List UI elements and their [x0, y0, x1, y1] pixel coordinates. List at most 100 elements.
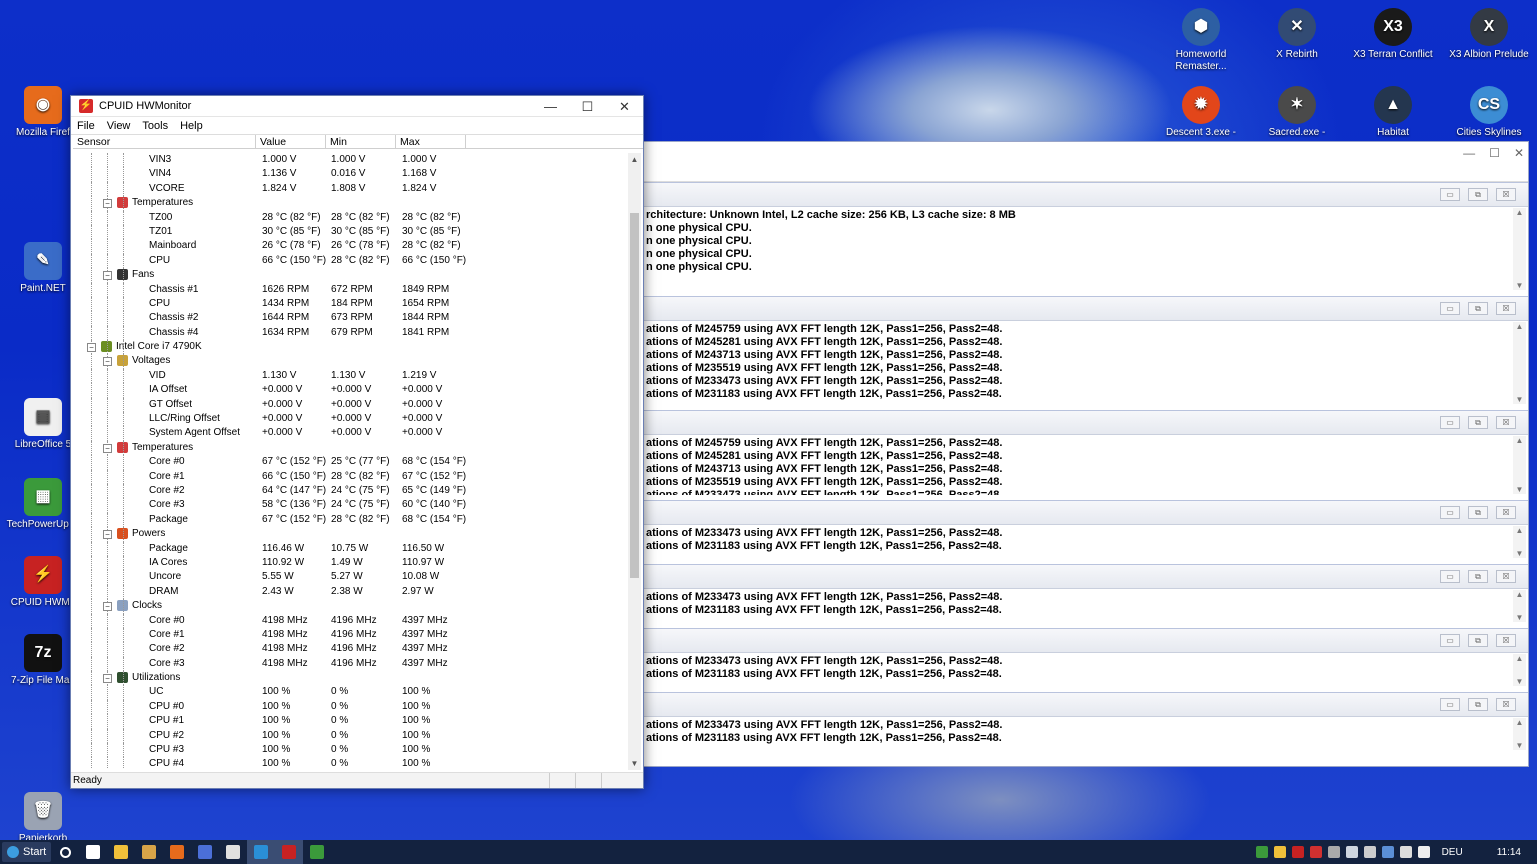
close-icon[interactable]: ☒ [1496, 506, 1516, 519]
sensor-row[interactable]: CPU #4 100 % 0 % 100 % [73, 757, 629, 768]
collapse-toggle-icon[interactable]: − [103, 674, 112, 684]
collapse-toggle-icon[interactable]: − [103, 199, 112, 209]
minimize-icon[interactable]: ▭ [1440, 188, 1460, 201]
worker-pane[interactable]: ▭ ⧉ ☒ ations of M233473 using AVX FFT lengt… [644, 500, 1528, 560]
sensor-row[interactable]: CPU #2 100 % 0 % 100 % [73, 728, 629, 744]
sensor-row[interactable]: Chassis #4 1634 RPM 679 RPM 1841 RPM [73, 325, 629, 341]
minimize-icon[interactable]: — [1463, 146, 1475, 160]
taskbar-app-button[interactable] [275, 840, 304, 864]
restore-icon[interactable]: ⧉ [1468, 506, 1488, 519]
tray-app-icon[interactable] [1273, 846, 1286, 858]
collapse-toggle-icon[interactable]: − [103, 357, 112, 367]
scroll-up-icon[interactable]: ▲ [1513, 718, 1526, 727]
menu-view[interactable]: View [107, 120, 131, 132]
sensor-row[interactable]: VIN4 1.136 V 0.016 V 1.168 V [73, 167, 629, 182]
worker-pane[interactable]: ▭ ⧉ ☒ ations of M233473 using AVX FFT lengt… [644, 692, 1528, 752]
scroll-down-icon[interactable]: ▼ [628, 757, 641, 770]
worker-pane[interactable]: ▭ ⧉ ☒ ations of M233473 using AVX FFT lengt… [644, 628, 1528, 688]
scroll-up-icon[interactable]: ▲ [1513, 322, 1526, 331]
worker-pane-titlebar[interactable]: ▭ ⧉ ☒ [644, 629, 1528, 653]
pane-scrollbar[interactable]: ▲ ▼ [1513, 322, 1526, 404]
scroll-up-icon[interactable]: ▲ [628, 153, 641, 166]
sensor-row[interactable]: CPU #3 100 % 0 % 100 % [73, 743, 629, 758]
menu-file[interactable]: File [77, 120, 95, 132]
close-icon[interactable]: ✕ [1514, 146, 1524, 160]
tray-network-icon[interactable] [1381, 846, 1394, 858]
sensor-row[interactable]: − Temperatures [73, 196, 629, 211]
restore-icon[interactable]: ⧉ [1468, 302, 1488, 315]
desktop-icon[interactable]: CS Cities Skylines [1446, 86, 1532, 139]
minimize-icon[interactable]: ▭ [1440, 570, 1460, 583]
sensor-row[interactable]: Package 116.46 W 10.75 W 116.50 W [73, 541, 629, 556]
scroll-down-icon[interactable]: ▼ [1513, 613, 1526, 622]
pane-scrollbar[interactable]: ▲ ▼ [1513, 590, 1526, 622]
sensor-row[interactable]: Core #3 4198 MHz 4196 MHz 4397 MHz [73, 656, 629, 672]
sensor-row[interactable]: UC 100 % 0 % 100 % [73, 685, 629, 700]
start-button[interactable]: Start [2, 842, 52, 862]
sensor-row[interactable]: Core #1 4198 MHz 4196 MHz 4397 MHz [73, 627, 629, 643]
restore-icon[interactable]: ⧉ [1468, 634, 1488, 647]
sensor-row[interactable]: GT Offset +0.000 V +0.000 V +0.000 V [73, 397, 629, 413]
taskbar-app-button[interactable] [191, 840, 219, 864]
collapse-toggle-icon[interactable]: − [103, 530, 112, 540]
sensor-row[interactable]: − Clocks [73, 599, 629, 614]
column-sensor[interactable]: Sensor [73, 135, 256, 148]
sensor-row[interactable]: LLC/Ring Offset +0.000 V +0.000 V +0.000 V [73, 412, 629, 427]
taskbar-app-button[interactable] [247, 840, 276, 864]
column-max[interactable]: Max [396, 135, 466, 148]
maximize-button[interactable]: ☐ [569, 96, 606, 117]
sensor-row[interactable]: IA Cores 110.92 W 1.49 W 110.97 W [73, 555, 629, 571]
worker-pane[interactable]: ▭ ⧉ ☒ rchitecture: Unknown Intel, L2 cache … [644, 182, 1528, 292]
maximize-icon[interactable]: ☐ [1489, 146, 1500, 160]
sensor-row[interactable]: VIN3 1.000 V 1.000 V 1.000 V [73, 153, 629, 168]
prime95-window[interactable]: — ☐ ✕ ▭ ⧉ ☒ rchitecture: Unknown Intel, L2 … [643, 141, 1529, 767]
scroll-down-icon[interactable]: ▼ [1513, 281, 1526, 290]
prime95-titlebar[interactable]: — ☐ ✕ [644, 142, 1528, 182]
desktop-icon[interactable]: ▲ Habitat [1350, 86, 1436, 139]
search-icon[interactable] [51, 840, 79, 864]
desktop-icon[interactable]: ✕ X Rebirth [1254, 8, 1340, 61]
tray-bluetooth-icon[interactable] [1363, 846, 1376, 858]
scroll-thumb[interactable] [630, 213, 639, 578]
taskbar-app-button[interactable] [219, 840, 247, 864]
volume-icon[interactable] [1399, 846, 1412, 858]
pane-scrollbar[interactable]: ▲ ▼ [1513, 526, 1526, 558]
sensor-row[interactable]: Core #3 58 °C (136 °F) 24 °C (75 °F) 60 °C … [73, 498, 629, 513]
sensor-row[interactable]: TZ00 28 °C (82 °F) 28 °C (82 °F) 28 °C (82 … [73, 210, 629, 225]
minimize-icon[interactable]: ▭ [1440, 506, 1460, 519]
desktop-icon[interactable]: X3 X3 Terran Conflict [1350, 8, 1436, 61]
hwmonitor-window[interactable]: ⚡ CPUID HWMonitor — ☐ ✕ File View Tools … [70, 95, 644, 789]
sensor-tree[interactable]: VIN3 1.000 V 1.000 V 1.000 V VIN4 1.136 V 0.01… [73, 153, 629, 768]
action-center-icon[interactable] [1417, 846, 1430, 858]
sensor-row[interactable]: CPU #1 100 % 0 % 100 % [73, 714, 629, 729]
close-icon[interactable]: ☒ [1496, 188, 1516, 201]
worker-pane-titlebar[interactable]: ▭ ⧉ ☒ [644, 565, 1528, 589]
menu-tools[interactable]: Tools [142, 120, 168, 132]
desktop-icon[interactable]: ⬢ Homeworld Remaster... [1158, 8, 1244, 73]
sensor-row[interactable]: − Fans [73, 268, 629, 283]
scroll-down-icon[interactable]: ▼ [1513, 549, 1526, 558]
column-value[interactable]: Value [256, 135, 326, 148]
desktop-icon[interactable]: 🗑 Papierkorb [0, 792, 86, 845]
sensor-row[interactable]: Chassis #1 1626 RPM 672 RPM 1849 RPM [73, 282, 629, 297]
close-button[interactable]: ✕ [606, 96, 643, 117]
worker-pane[interactable]: ▭ ⧉ ☒ ations of M245759 using AVX FFT lengt… [644, 410, 1528, 496]
pane-scrollbar[interactable]: ▲ ▼ [1513, 436, 1526, 494]
sensor-row[interactable]: − Powers [73, 527, 629, 542]
sensor-row[interactable]: Core #2 64 °C (147 °F) 24 °C (75 °F) 65 °C … [73, 483, 629, 499]
pane-scrollbar[interactable]: ▲ ▼ [1513, 208, 1526, 290]
restore-icon[interactable]: ⧉ [1468, 698, 1488, 711]
desktop-icon[interactable]: ✶ Sacred.exe - [1254, 86, 1340, 139]
collapse-toggle-icon[interactable]: − [103, 271, 112, 281]
tray-hwmonitor-icon[interactable] [1291, 846, 1304, 858]
tray-antivirus-icon[interactable] [1309, 846, 1322, 858]
taskbar-app-button[interactable] [135, 840, 163, 864]
collapse-toggle-icon[interactable]: − [103, 602, 112, 612]
sensor-row[interactable]: Core #1 66 °C (150 °F) 28 °C (82 °F) 67 °C … [73, 469, 629, 484]
sensor-row[interactable]: CPU 66 °C (150 °F) 28 °C (82 °F) 66 °C (150… [73, 253, 629, 269]
scroll-down-icon[interactable]: ▼ [1513, 741, 1526, 750]
sensor-row[interactable]: Mainboard 26 °C (78 °F) 26 °C (78 °F) 28 °C… [73, 239, 629, 254]
worker-pane-titlebar[interactable]: ▭ ⧉ ☒ [644, 693, 1528, 717]
sensor-row[interactable]: VCORE 1.824 V 1.808 V 1.824 V [73, 181, 629, 197]
scroll-down-icon[interactable]: ▼ [1513, 677, 1526, 686]
